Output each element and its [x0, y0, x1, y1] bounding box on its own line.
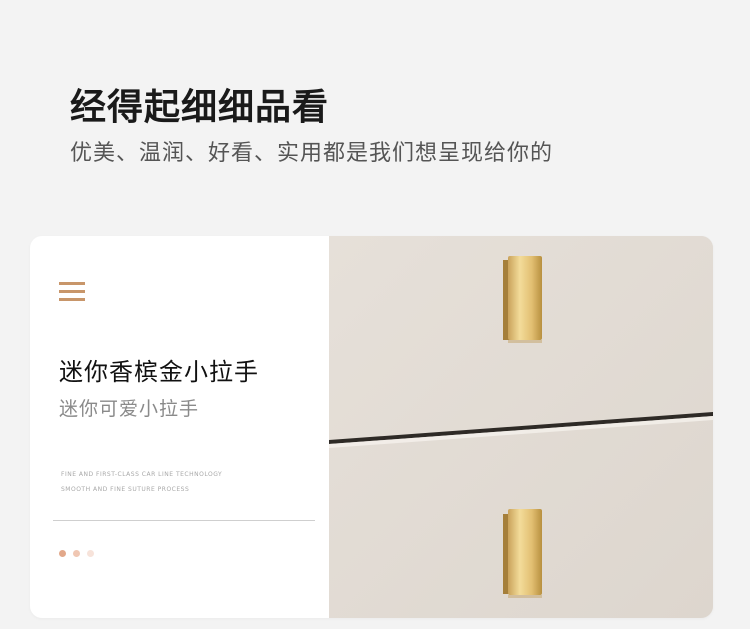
product-subtitle: 迷你可爱小拉手 — [59, 398, 200, 420]
product-title: 迷你香槟金小拉手 — [59, 358, 259, 386]
card-text-panel: 迷你香槟金小拉手 迷你可爱小拉手 FINE AND FIRST-CLASS CA… — [30, 236, 329, 618]
gold-handle-bottom — [503, 509, 542, 598]
pagination-dot-active[interactable] — [59, 550, 66, 557]
pagination-dot[interactable] — [87, 550, 94, 557]
page-subline: 优美、温润、好看、实用都是我们想呈现给你的 — [70, 141, 554, 166]
product-photo — [329, 236, 713, 618]
product-card: 迷你香槟金小拉手 迷你可爱小拉手 FINE AND FIRST-CLASS CA… — [30, 236, 713, 618]
drawer-photo-illustration — [329, 236, 713, 618]
page-headline: 经得起细细品看 — [70, 86, 330, 128]
english-caption-1: FINE AND FIRST-CLASS CAR LINE TECHNOLOGY — [61, 471, 223, 478]
pagination-dot[interactable] — [73, 550, 80, 557]
gold-handle-top — [503, 256, 542, 343]
divider — [53, 520, 315, 521]
english-caption-2: SMOOTH AND FINE SUTURE PROCESS — [61, 486, 190, 493]
menu-icon[interactable] — [59, 282, 85, 302]
